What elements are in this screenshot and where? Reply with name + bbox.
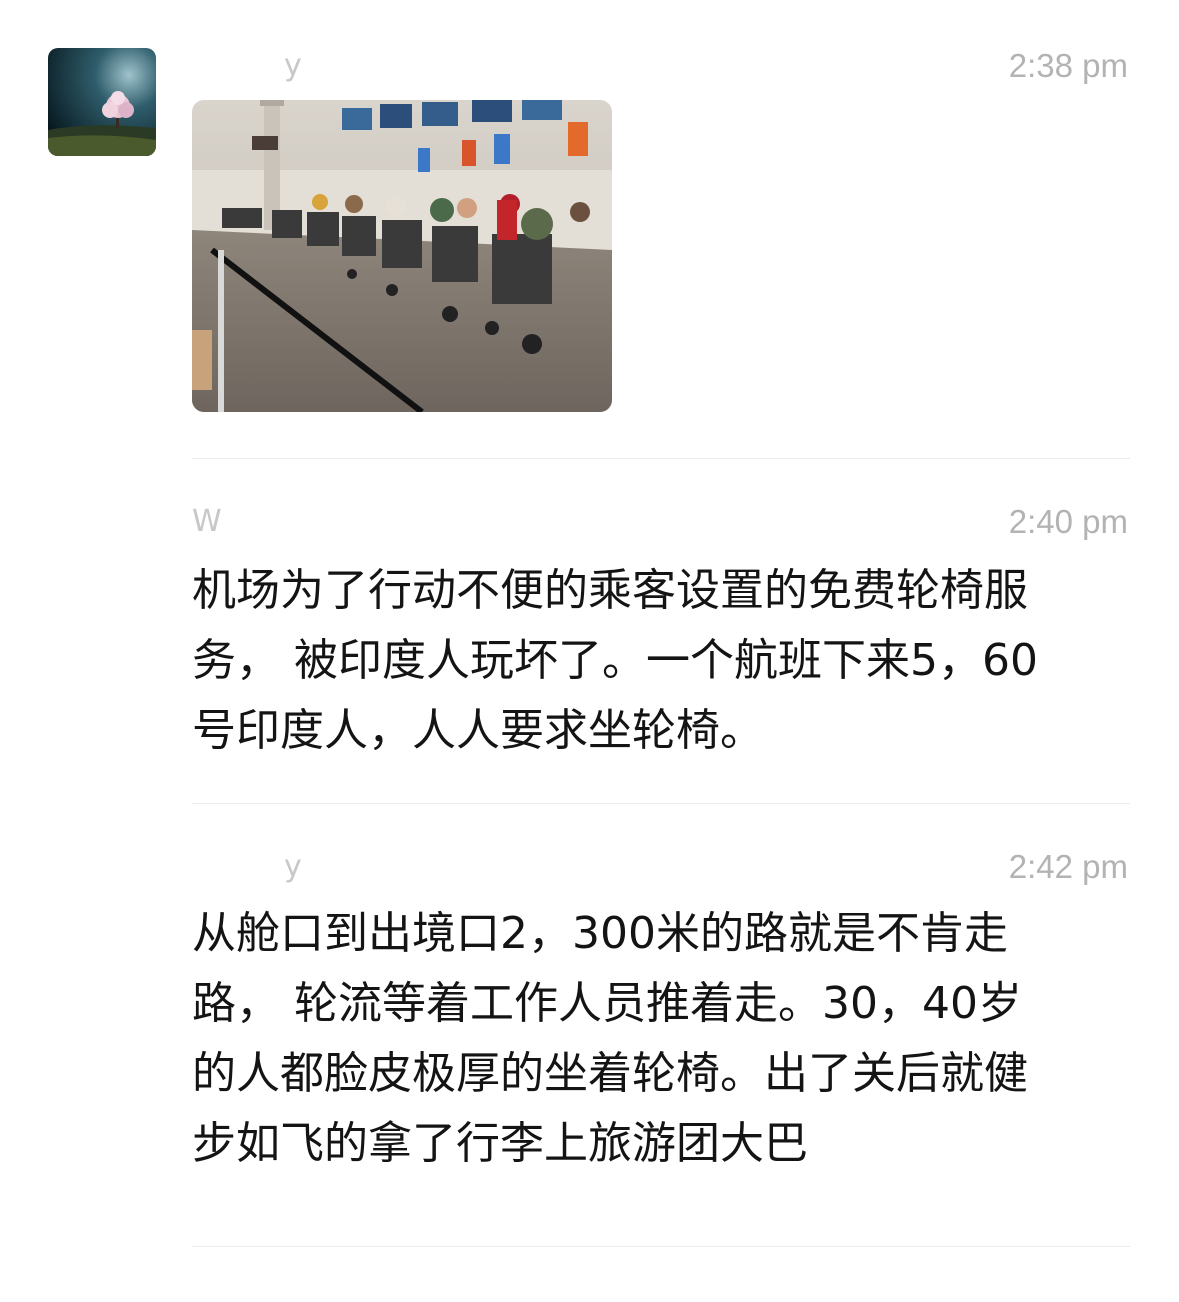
timestamp: 2:42 pm <box>1008 848 1128 885</box>
message-divider <box>192 803 1130 804</box>
message-text: 从舱口到出境口2，300米的路就是不肯走 路， 轮流等着工作人员推着走。30，4… <box>192 908 1028 1169</box>
message-3: y 2:42 pm 从舱口到出境口2，300米的路就是不肯走 路， 轮流等着工作… <box>192 849 1130 1179</box>
message-text: 机场为了行动不便的乘客设置的免费轮椅服 务， 被印度人玩坏了。一个航班下来5，6… <box>192 565 1038 756</box>
message-divider <box>192 1246 1130 1247</box>
airport-wheelchair-photo <box>192 100 612 412</box>
message-1: y 2:38 pm <box>192 48 1130 418</box>
timestamp: 2:38 pm <box>1008 47 1128 84</box>
avatar-image <box>48 48 156 156</box>
sender-name: y <box>284 849 302 884</box>
message-divider <box>192 458 1130 459</box>
photo-attachment[interactable] <box>192 100 612 412</box>
timestamp: 2:40 pm <box>1008 503 1128 540</box>
avatar[interactable] <box>48 48 156 156</box>
sender-name: W <box>192 504 222 539</box>
sender-name: y <box>284 48 302 83</box>
message-2: W 2:40 pm 机场为了行动不便的乘客设置的免费轮椅服 务， 被印度人玩坏了… <box>192 504 1130 764</box>
